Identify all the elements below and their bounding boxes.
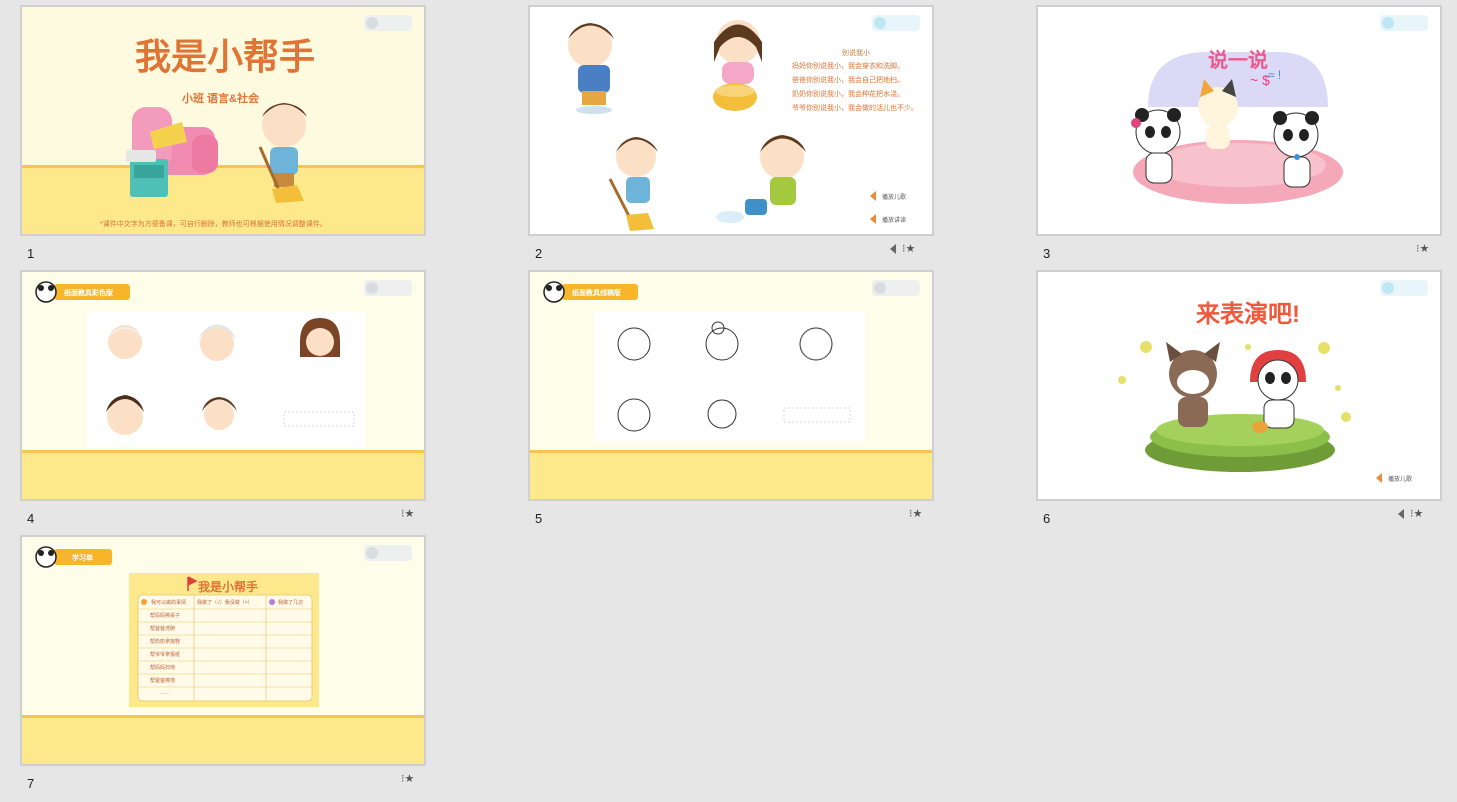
slide-thumbnail-7[interactable]: 学习单 我是小帮手 我可以做的事情 我做了（√）我没做（×） 我做了几次 帮妈妈…	[20, 535, 426, 766]
star-icon: ⁝★	[1416, 243, 1430, 255]
slide-1-title-graphic: 我是小帮手	[135, 36, 315, 77]
slide-7-row-6: 帮爸爸擦地	[150, 678, 176, 684]
speaker-icon	[870, 191, 876, 201]
slide-7-tag: 学习单	[72, 555, 93, 562]
slide-7-canvas	[22, 537, 424, 764]
star-icon: ⁝★	[401, 773, 415, 785]
slide-number-4: 4	[27, 511, 35, 526]
slide-4-tag: 纸面教具彩色版	[64, 290, 113, 297]
slide-7-row-2: 帮爸爸洗碗	[150, 626, 176, 632]
slide-number-7: 7	[27, 776, 35, 791]
speaker-icon	[890, 243, 896, 254]
slide-2-audio-button-2[interactable]: 播放讲读	[870, 214, 906, 224]
slide-3-status-icons: ⁝★	[1416, 242, 1429, 255]
slide-3-title-graphic: 说一说	[1208, 48, 1268, 72]
slide-7-row-1: 帮妈妈擦桌子	[150, 613, 181, 619]
slide-2-audio-button-1[interactable]: 播放儿歌	[870, 191, 906, 201]
slide-6-status-icons: ⁝★	[1398, 507, 1423, 520]
slide-7-sheet-title: 我是小帮手	[198, 580, 259, 594]
slide-number-6: 6	[1043, 511, 1051, 526]
slide-7-status-icons: ⁝★	[401, 772, 414, 785]
slide-7-col-3: 我做了几次	[278, 600, 304, 606]
slide-2-audio-label-2: 播放讲读	[882, 217, 907, 224]
slide-4-canvas	[22, 272, 424, 499]
slide-1-note: *课件中文字为方便备课，可自行删除，教师也可根据使用情况调整课件。	[100, 221, 327, 228]
slide-2-status-icons: ⁝★	[890, 242, 915, 255]
slide-thumbnail-4[interactable]: 纸面教具彩色版	[20, 270, 426, 501]
slide-6-audio-button[interactable]: 播放儿歌	[1376, 473, 1412, 483]
slide-thumbnail-2[interactable]: 别说我小 妈妈你别说我小，我会穿衣和洗脚。 爸爸你别说我小，我会自己把地扫。 奶…	[528, 5, 934, 236]
slide-thumbnail-3[interactable]: ~ $ ≈ ! 说一说	[1036, 5, 1442, 236]
slide-number-2: 2	[535, 246, 543, 261]
svg-text:≈ !: ≈ !	[1268, 68, 1281, 82]
slide-3-canvas: ~ $ ≈ ! 说一说	[1038, 7, 1440, 234]
slide-5-tag: 纸面教具线稿版	[572, 290, 621, 297]
slide-thumbnail-5[interactable]: 纸面教具线稿版	[528, 270, 934, 501]
speaker-icon	[1398, 508, 1404, 519]
slide-4-status-icons: ⁝★	[401, 507, 414, 520]
slide-number-1: 1	[27, 246, 35, 261]
slide-7-row-7: ……	[160, 690, 170, 696]
speaker-icon	[870, 214, 876, 224]
slide-5-canvas	[530, 272, 932, 499]
slide-5-status-icons: ⁝★	[909, 507, 922, 520]
mom-face-color	[300, 318, 340, 357]
slide-2-poem-line-2: 爸爸你别说我小，我会自己把地扫。	[792, 77, 904, 84]
slide-number-3: 3	[1043, 246, 1051, 261]
slide-1-subtitle: 小班 语言&社会	[182, 93, 259, 105]
speaker-icon	[1376, 473, 1382, 483]
star-icon: ⁝★	[909, 508, 923, 520]
slide-thumbnail-6[interactable]: 来表演吧! 播放儿歌	[1036, 270, 1442, 501]
star-icon: ⁝★	[1410, 508, 1424, 520]
slide-1-canvas: 我是小帮手	[22, 7, 424, 234]
slide-7-row-4: 帮爷爷拿报纸	[150, 652, 181, 658]
star-icon: ⁝★	[902, 243, 916, 255]
slide-thumbnail-1[interactable]: 我是小帮手 小班 语言&社会 *课件中文字为方便备课，可自行删除，教师也可根据使…	[20, 5, 426, 236]
slide-6-canvas: 来表演吧!	[1038, 272, 1440, 499]
grandpa-face-color	[108, 325, 142, 359]
slide-7-col-2: 我做了（√）我没做（×）	[197, 600, 253, 606]
slide-7-row-3: 帮奶奶拿拖鞋	[150, 639, 181, 645]
slide-7-col-1: 我可以做的事情	[151, 600, 187, 606]
star-icon: ⁝★	[401, 508, 415, 520]
slide-6-title-graphic: 来表演吧!	[1196, 300, 1300, 328]
slide-7-row-5: 帮妈妈扫地	[150, 665, 176, 671]
slide-2-poem-line-4: 爷爷你别说我小，我会做的活儿也不少。	[792, 105, 918, 112]
slide-2-poem-line-3: 奶奶你别说我小，我会种花把水浇。	[792, 91, 904, 98]
slide-number-5: 5	[535, 511, 543, 526]
slide-2-poem-title: 别说我小	[842, 50, 870, 57]
slide-2-audio-label-1: 播放儿歌	[882, 194, 907, 201]
slide-6-audio-label: 播放儿歌	[1388, 476, 1413, 483]
slide-2-poem-line-1: 妈妈你别说我小，我会穿衣和洗脚。	[792, 63, 904, 70]
